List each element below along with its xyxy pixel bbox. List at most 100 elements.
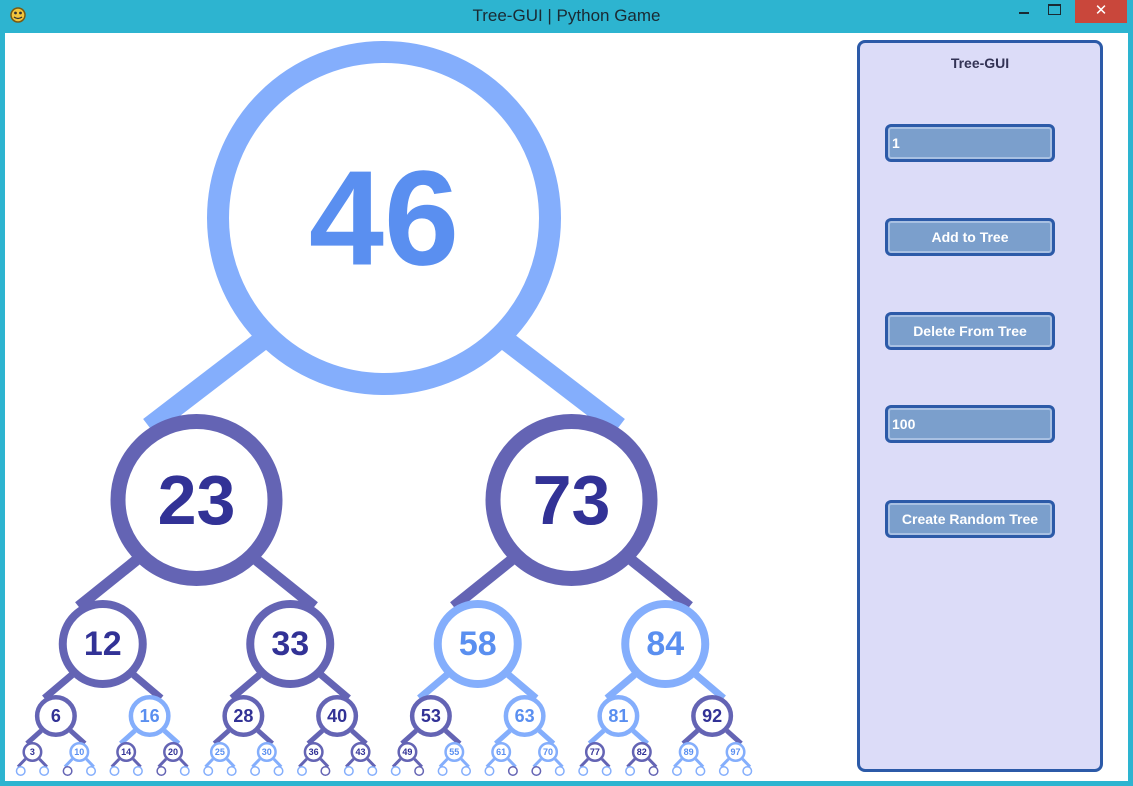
tree-node [273, 766, 284, 776]
close-button[interactable]: ✕ [1075, 0, 1127, 23]
tree-connector [63, 757, 74, 768]
tree-connector [553, 757, 564, 768]
tree-connector [178, 757, 189, 768]
tree-node-value: 25 [215, 747, 225, 757]
tree-node [250, 766, 261, 776]
tree-connector [319, 757, 330, 768]
value-input[interactable]: 1 [885, 124, 1055, 162]
node-count-input[interactable]: 100 [885, 405, 1055, 443]
tree-node [109, 766, 120, 776]
tree-connector [391, 757, 402, 768]
tree-connector [75, 555, 140, 611]
tree-connector [143, 333, 267, 435]
tree-connector [318, 672, 351, 701]
tree-connector [443, 728, 462, 746]
tree-connector [229, 672, 262, 701]
tree-connector [450, 555, 515, 611]
tree-node-value: 89 [684, 747, 694, 757]
tree-connector [212, 728, 231, 746]
tree-connector [693, 672, 726, 701]
tree-node-value: 92 [702, 706, 722, 726]
tree-node-value: 58 [459, 625, 497, 663]
minimize-button[interactable] [1010, 0, 1038, 22]
tree-connector [132, 757, 142, 768]
panel-title: Tree-GUI [950, 55, 1010, 71]
maximize-button[interactable] [1040, 0, 1068, 22]
tree-node [718, 766, 729, 776]
tree-node [648, 766, 659, 776]
tree-connector [204, 757, 215, 768]
add-to-tree-button[interactable]: Add to Tree [885, 218, 1055, 256]
tree-node-value: 53 [421, 706, 441, 726]
tree-node [86, 766, 97, 776]
tree-node [62, 766, 73, 776]
tree-connector [162, 728, 181, 746]
tree-node-value: 36 [309, 747, 319, 757]
tree-connector [506, 672, 539, 701]
delete-from-tree-button[interactable]: Delete From Tree [885, 312, 1055, 350]
control-panel: Tree-GUI 1 Add to Tree Delete From Tree … [857, 40, 1103, 772]
tree-node-value: 3 [30, 747, 35, 757]
tree-node-value: 49 [402, 747, 412, 757]
tree-node-value: 40 [327, 706, 347, 726]
tree-connector [366, 757, 377, 768]
tree-connector [25, 728, 43, 746]
tree-node-value: 82 [637, 747, 647, 757]
tree-node [601, 766, 612, 776]
tree-connector [68, 728, 87, 746]
tree-node [414, 766, 425, 776]
tree-node-value: 46 [309, 143, 459, 294]
window-title: Tree-GUI | Python Game [472, 6, 661, 25]
tree-connector [720, 757, 730, 768]
tree-connector [110, 757, 121, 768]
tree-node-value: 12 [84, 625, 122, 663]
tree-connector [537, 728, 556, 746]
tree-connector [725, 728, 743, 746]
tree-node [226, 766, 237, 776]
tree-node [320, 766, 331, 776]
tree-node [507, 766, 518, 776]
tree-node-value: 97 [731, 747, 741, 757]
tree-node-value: 77 [590, 747, 600, 757]
tree-connector [256, 728, 274, 746]
tree-node [671, 766, 682, 776]
tree-node-value: 16 [140, 706, 160, 726]
tree-connector [345, 757, 355, 768]
tree-connector [298, 757, 308, 768]
tree-connector [532, 757, 543, 768]
tree-node-value: 43 [356, 747, 366, 757]
close-icon: ✕ [1094, 2, 1108, 19]
tree-node-value: 23 [158, 461, 236, 539]
minimize-icon [1019, 12, 1029, 14]
tree-node [625, 766, 636, 776]
tree-connector [225, 757, 236, 768]
tree-node [296, 766, 307, 776]
tree-connector [413, 757, 423, 768]
game-canvas[interactable]: 46 23 12 6 3 10 16 14 20 33 28 25 30 40 36 43 73 58 53 49 55… [5, 33, 1128, 781]
tree-node [343, 766, 354, 776]
tree-node [156, 766, 167, 776]
tree-connector [272, 757, 283, 768]
tree-node [742, 766, 753, 776]
title-bar[interactable]: Tree-GUI | Python Game ✕ [0, 0, 1133, 33]
tree-connector [119, 728, 137, 746]
tree-node-value: 28 [233, 706, 253, 726]
maximize-icon [1048, 4, 1061, 15]
tree-node-value: 81 [608, 706, 628, 726]
tree-connector [251, 757, 261, 768]
tree-connector [681, 728, 700, 746]
tree-node-value: 20 [168, 747, 178, 757]
tree-connector [501, 333, 625, 435]
tree-connector [631, 728, 649, 746]
tree-connector [647, 757, 658, 768]
tree-node [554, 766, 565, 776]
tree-node [484, 766, 495, 776]
tree-node-value: 73 [533, 461, 611, 539]
tree-connector [417, 672, 450, 701]
create-random-tree-button[interactable]: Create Random Tree [885, 500, 1055, 538]
tree-connector [16, 757, 27, 768]
tree-node [203, 766, 214, 776]
tree-node-value: 63 [515, 706, 535, 726]
tree-connector [494, 728, 512, 746]
tree-node-value: 61 [496, 747, 506, 757]
